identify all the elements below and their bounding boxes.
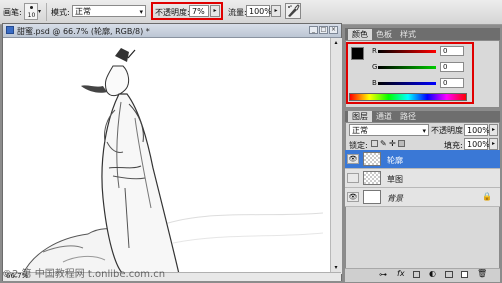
- canvas[interactable]: [3, 38, 330, 274]
- minimize-button[interactable]: _: [309, 26, 318, 34]
- eye-icon[interactable]: 👁: [347, 154, 359, 164]
- brush-preset-picker[interactable]: 10: [24, 3, 38, 20]
- maximize-button[interactable]: □: [319, 26, 328, 34]
- mode-select[interactable]: 正常 ▾: [72, 5, 146, 17]
- vertical-scrollbar[interactable]: ▴ ▾: [330, 38, 342, 274]
- layers-panel-tabs: 图层 通道 路径: [345, 111, 500, 122]
- tab-layers[interactable]: 图层: [348, 111, 372, 122]
- layer-thumbnail: [363, 152, 381, 166]
- channel-b-label: B: [372, 79, 377, 87]
- flow-label: 流量:: [228, 8, 247, 17]
- tab-channels[interactable]: 通道: [372, 111, 396, 122]
- adjustment-layer-icon[interactable]: ◐: [429, 269, 436, 278]
- fill-input[interactable]: 100%: [464, 138, 490, 150]
- new-layer-icon[interactable]: [461, 271, 468, 278]
- lock-all-icon[interactable]: [398, 140, 405, 147]
- new-group-icon[interactable]: [445, 271, 453, 278]
- tab-styles[interactable]: 样式: [396, 29, 420, 40]
- airbrush-icon[interactable]: [285, 3, 301, 19]
- brush-size: 10: [27, 12, 36, 19]
- layer-row[interactable]: 👁 背景 🔒: [345, 188, 500, 207]
- channel-r-value[interactable]: 0: [440, 46, 464, 56]
- layer-name: 轮廓: [387, 156, 403, 165]
- eye-icon[interactable]: [347, 173, 359, 183]
- channel-g-slider[interactable]: [378, 66, 436, 69]
- chevron-down-icon[interactable]: ▾: [38, 8, 41, 15]
- layer-name: 草图: [387, 175, 403, 184]
- layer-opacity-slider-button[interactable]: ▸: [489, 124, 498, 136]
- flow-slider-button[interactable]: ▸: [271, 5, 281, 17]
- tab-paths[interactable]: 路径: [396, 111, 420, 122]
- opacity-label: 不透明度:: [155, 8, 190, 17]
- lock-image-icon[interactable]: ✎: [380, 139, 387, 148]
- color-spectrum-bar[interactable]: [349, 93, 467, 101]
- lock-transparent-icon[interactable]: [371, 140, 378, 147]
- channel-g-value[interactable]: 0: [440, 62, 464, 72]
- trash-icon[interactable]: 🗑: [477, 269, 487, 278]
- layer-opacity-label: 不透明度:: [431, 126, 466, 135]
- close-button[interactable]: ×: [329, 26, 338, 34]
- layer-row[interactable]: 草图: [345, 169, 500, 188]
- layers-toolbar: ⊶ fx ◐ 🗑: [345, 268, 500, 282]
- layer-name: 背景: [387, 194, 403, 203]
- canvas-artwork: [22, 48, 324, 274]
- mode-label: 模式:: [51, 8, 70, 17]
- channel-b-value[interactable]: 0: [440, 78, 464, 88]
- document-title-bar[interactable]: 甜蜜.psd @ 66.7% (轮廓, RGB/8) * _ □ ×: [3, 24, 341, 38]
- document-title: 甜蜜.psd @ 66.7% (轮廓, RGB/8) *: [17, 27, 150, 36]
- channel-r-slider[interactable]: [378, 50, 436, 53]
- blend-mode-select[interactable]: 正常 ▾: [349, 124, 429, 136]
- lock-position-icon[interactable]: ✛: [389, 139, 396, 148]
- ps-document-icon: [6, 26, 14, 34]
- tab-swatches[interactable]: 色板: [372, 29, 396, 40]
- brush-dot-icon: [30, 6, 33, 9]
- channel-r-label: R: [372, 47, 377, 55]
- channel-b-slider[interactable]: [378, 82, 436, 85]
- options-bar: 画笔: 10 ▾ 模式: 正常 ▾ 不透明度: 7% ▸ 流量: 100% ▸: [0, 0, 502, 25]
- fill-slider-button[interactable]: ▸: [489, 138, 498, 150]
- layer-row[interactable]: 👁 轮廓: [345, 150, 500, 169]
- layer-opacity-input[interactable]: 100%: [464, 124, 490, 136]
- scroll-down-icon[interactable]: ▾: [332, 264, 340, 272]
- brush-label: 画笔:: [3, 8, 22, 17]
- link-layers-icon[interactable]: ⊶: [379, 270, 387, 279]
- lock-icon: 🔒: [482, 192, 492, 201]
- color-panel-tabs: 颜色 色板 样式: [345, 28, 500, 40]
- chevron-down-icon: ▾: [139, 8, 143, 16]
- layer-thumbnail: [363, 190, 381, 204]
- tab-color[interactable]: 颜色: [348, 29, 372, 40]
- opacity-input[interactable]: 7%: [189, 5, 209, 17]
- scroll-up-icon[interactable]: ▴: [332, 39, 340, 47]
- channel-g-label: G: [372, 63, 378, 71]
- eye-icon[interactable]: 👁: [347, 192, 359, 202]
- document-window: 甜蜜.psd @ 66.7% (轮廓, RGB/8) * _ □ × ▴ ▾ 6…: [2, 23, 342, 281]
- opacity-slider-button[interactable]: ▸: [210, 5, 220, 17]
- chevron-down-icon: ▾: [422, 127, 426, 135]
- mode-value: 正常: [75, 7, 91, 16]
- blend-mode-value: 正常: [352, 126, 368, 135]
- add-mask-icon[interactable]: [413, 271, 420, 278]
- watermark: ©2 第 中国教程网 t.onlibe.com.cn: [2, 269, 166, 280]
- divider: [46, 3, 47, 21]
- layer-style-icon[interactable]: fx: [397, 269, 405, 278]
- layer-thumbnail: [363, 171, 381, 185]
- foreground-color-swatch[interactable]: [351, 47, 364, 60]
- flow-input[interactable]: 100%: [246, 5, 272, 17]
